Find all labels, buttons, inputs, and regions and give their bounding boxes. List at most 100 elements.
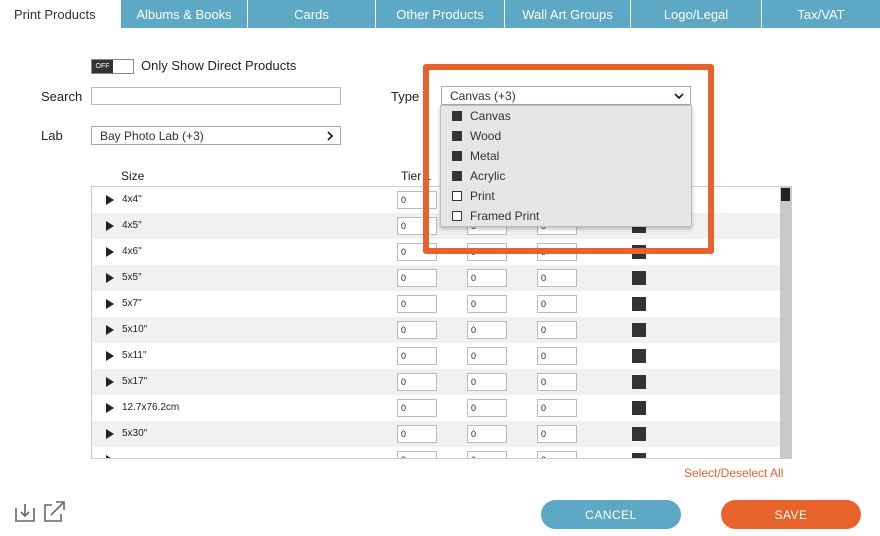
expand-arrow-icon[interactable] <box>106 273 114 283</box>
table-row: 4x6" 0 0 0 <box>92 239 780 265</box>
row-checkbox[interactable] <box>632 297 646 311</box>
tab-albums-books[interactable]: Albums & Books <box>121 0 248 28</box>
row-checkbox[interactable] <box>632 427 646 441</box>
tier3-price-input[interactable]: 0 <box>537 425 577 443</box>
table-row: 5x10" 0 0 0 <box>92 317 780 343</box>
tier1-price-input[interactable]: 0 <box>397 321 437 339</box>
scrollbar-thumb[interactable] <box>781 188 790 201</box>
tier3-price-input[interactable]: 0 <box>537 399 577 417</box>
tier1-price-input[interactable]: 0 <box>397 269 437 287</box>
row-checkbox[interactable] <box>632 271 646 285</box>
row-checkbox[interactable] <box>632 323 646 337</box>
cancel-button[interactable]: CANCEL <box>541 500 681 529</box>
type-option[interactable]: Framed Print <box>441 206 691 226</box>
tier1-price-input[interactable]: 0 <box>397 191 437 209</box>
expand-arrow-icon[interactable] <box>106 325 114 335</box>
type-select[interactable]: Canvas (+3) <box>441 86 691 105</box>
expand-arrow-icon[interactable] <box>106 429 114 439</box>
type-label: Type <box>391 89 420 104</box>
lab-select-value: Bay Photo Lab (+3) <box>100 128 204 143</box>
tab-print-products[interactable]: Print Products <box>0 0 121 28</box>
tier3-price-input[interactable]: 0 <box>537 373 577 391</box>
tier2-price-input[interactable]: 0 <box>467 269 507 287</box>
search-label: Search <box>41 89 83 104</box>
tab-bar: Print Products Albums & Books Cards Othe… <box>0 0 880 28</box>
tier1-price-input[interactable]: 0 <box>397 295 437 313</box>
type-option[interactable]: Wood <box>441 126 691 146</box>
type-option[interactable]: Acrylic <box>441 166 691 186</box>
tier1-price-input[interactable]: 0 <box>397 243 437 261</box>
size-cell: 5x17" <box>122 376 148 387</box>
type-option[interactable]: Print <box>441 186 691 206</box>
tier1-price-input[interactable]: 0 <box>397 373 437 391</box>
size-cell: 4x6" <box>122 246 142 257</box>
size-cell: 5x5" <box>122 272 142 283</box>
size-cell: 5x30" <box>122 428 148 439</box>
row-checkbox[interactable] <box>632 375 646 389</box>
row-checkbox[interactable] <box>632 245 646 259</box>
tab-logo-legal[interactable]: Logo/Legal <box>631 0 762 28</box>
tier2-price-input[interactable]: 0 <box>467 347 507 365</box>
lab-label: Lab <box>41 128 63 143</box>
expand-arrow-icon[interactable] <box>106 351 114 361</box>
tier2-price-input[interactable]: 0 <box>467 425 507 443</box>
size-cell: 5x11" <box>122 350 147 361</box>
tier2-price-input[interactable]: 0 <box>467 373 507 391</box>
select-deselect-all-link[interactable]: Select/Deselect All <box>684 466 783 480</box>
toggle-label: Only Show Direct Products <box>141 58 297 73</box>
tab-other-products[interactable]: Other Products <box>376 0 505 28</box>
tier2-price-input[interactable]: 0 <box>467 399 507 417</box>
tier2-price-input[interactable]: 0 <box>467 321 507 339</box>
tab-cards[interactable]: Cards <box>248 0 376 28</box>
toggle-state: OFF <box>92 60 113 73</box>
type-option[interactable]: Metal <box>441 146 691 166</box>
size-cell: 4x5" <box>122 220 142 231</box>
search-input[interactable] <box>91 87 341 105</box>
tier3-price-input[interactable]: 0 <box>537 243 577 261</box>
checkbox-checked-icon <box>452 131 462 141</box>
tab-tax-vat[interactable]: Tax/VAT <box>762 0 880 28</box>
tier2-price-input[interactable]: 0 <box>467 451 507 458</box>
tier3-price-input[interactable]: 0 <box>537 295 577 313</box>
checkbox-checked-icon <box>452 111 462 121</box>
tier1-price-input[interactable]: 0 <box>397 399 437 417</box>
tier2-price-input[interactable]: 0 <box>467 243 507 261</box>
expand-arrow-icon[interactable] <box>106 195 114 205</box>
tier2-price-input[interactable]: 0 <box>467 295 507 313</box>
table-row: 0 0 0 <box>92 447 780 458</box>
tier1-price-input[interactable]: 0 <box>397 425 437 443</box>
size-cell: 5x10" <box>122 324 148 335</box>
tier3-price-input[interactable]: 0 <box>537 347 577 365</box>
save-button[interactable]: SAVE <box>721 500 861 529</box>
type-option-label: Acrylic <box>470 169 506 183</box>
type-option[interactable]: Canvas <box>441 106 691 126</box>
tier1-price-input[interactable]: 0 <box>397 217 437 235</box>
lab-select[interactable]: Bay Photo Lab (+3) <box>91 126 341 145</box>
import-icon[interactable] <box>14 500 36 524</box>
expand-arrow-icon[interactable] <box>106 455 114 458</box>
direct-products-toggle[interactable]: OFF <box>91 59 134 74</box>
table-scrollbar[interactable] <box>780 187 791 458</box>
tab-wall-art-groups[interactable]: Wall Art Groups <box>505 0 631 28</box>
checkbox-unchecked-icon <box>452 211 462 221</box>
tier1-price-input[interactable]: 0 <box>397 347 437 365</box>
expand-arrow-icon[interactable] <box>106 247 114 257</box>
expand-arrow-icon[interactable] <box>106 377 114 387</box>
tier1-price-input[interactable]: 0 <box>397 451 437 458</box>
expand-arrow-icon[interactable] <box>106 403 114 413</box>
expand-arrow-icon[interactable] <box>106 221 114 231</box>
row-checkbox[interactable] <box>632 401 646 415</box>
type-dropdown-list: Canvas Wood Metal Acrylic Print Framed Print <box>440 105 692 227</box>
row-checkbox[interactable] <box>632 453 646 458</box>
row-checkbox[interactable] <box>632 349 646 363</box>
type-option-label: Wood <box>470 129 502 143</box>
checkbox-checked-icon <box>452 151 462 161</box>
tier3-price-input[interactable]: 0 <box>537 451 577 458</box>
size-cell: 4x4" <box>122 194 142 205</box>
external-link-icon[interactable] <box>43 500 65 524</box>
type-select-value: Canvas (+3) <box>450 88 516 103</box>
tier3-price-input[interactable]: 0 <box>537 269 577 287</box>
type-option-label: Print <box>470 189 495 203</box>
tier3-price-input[interactable]: 0 <box>537 321 577 339</box>
expand-arrow-icon[interactable] <box>106 299 114 309</box>
